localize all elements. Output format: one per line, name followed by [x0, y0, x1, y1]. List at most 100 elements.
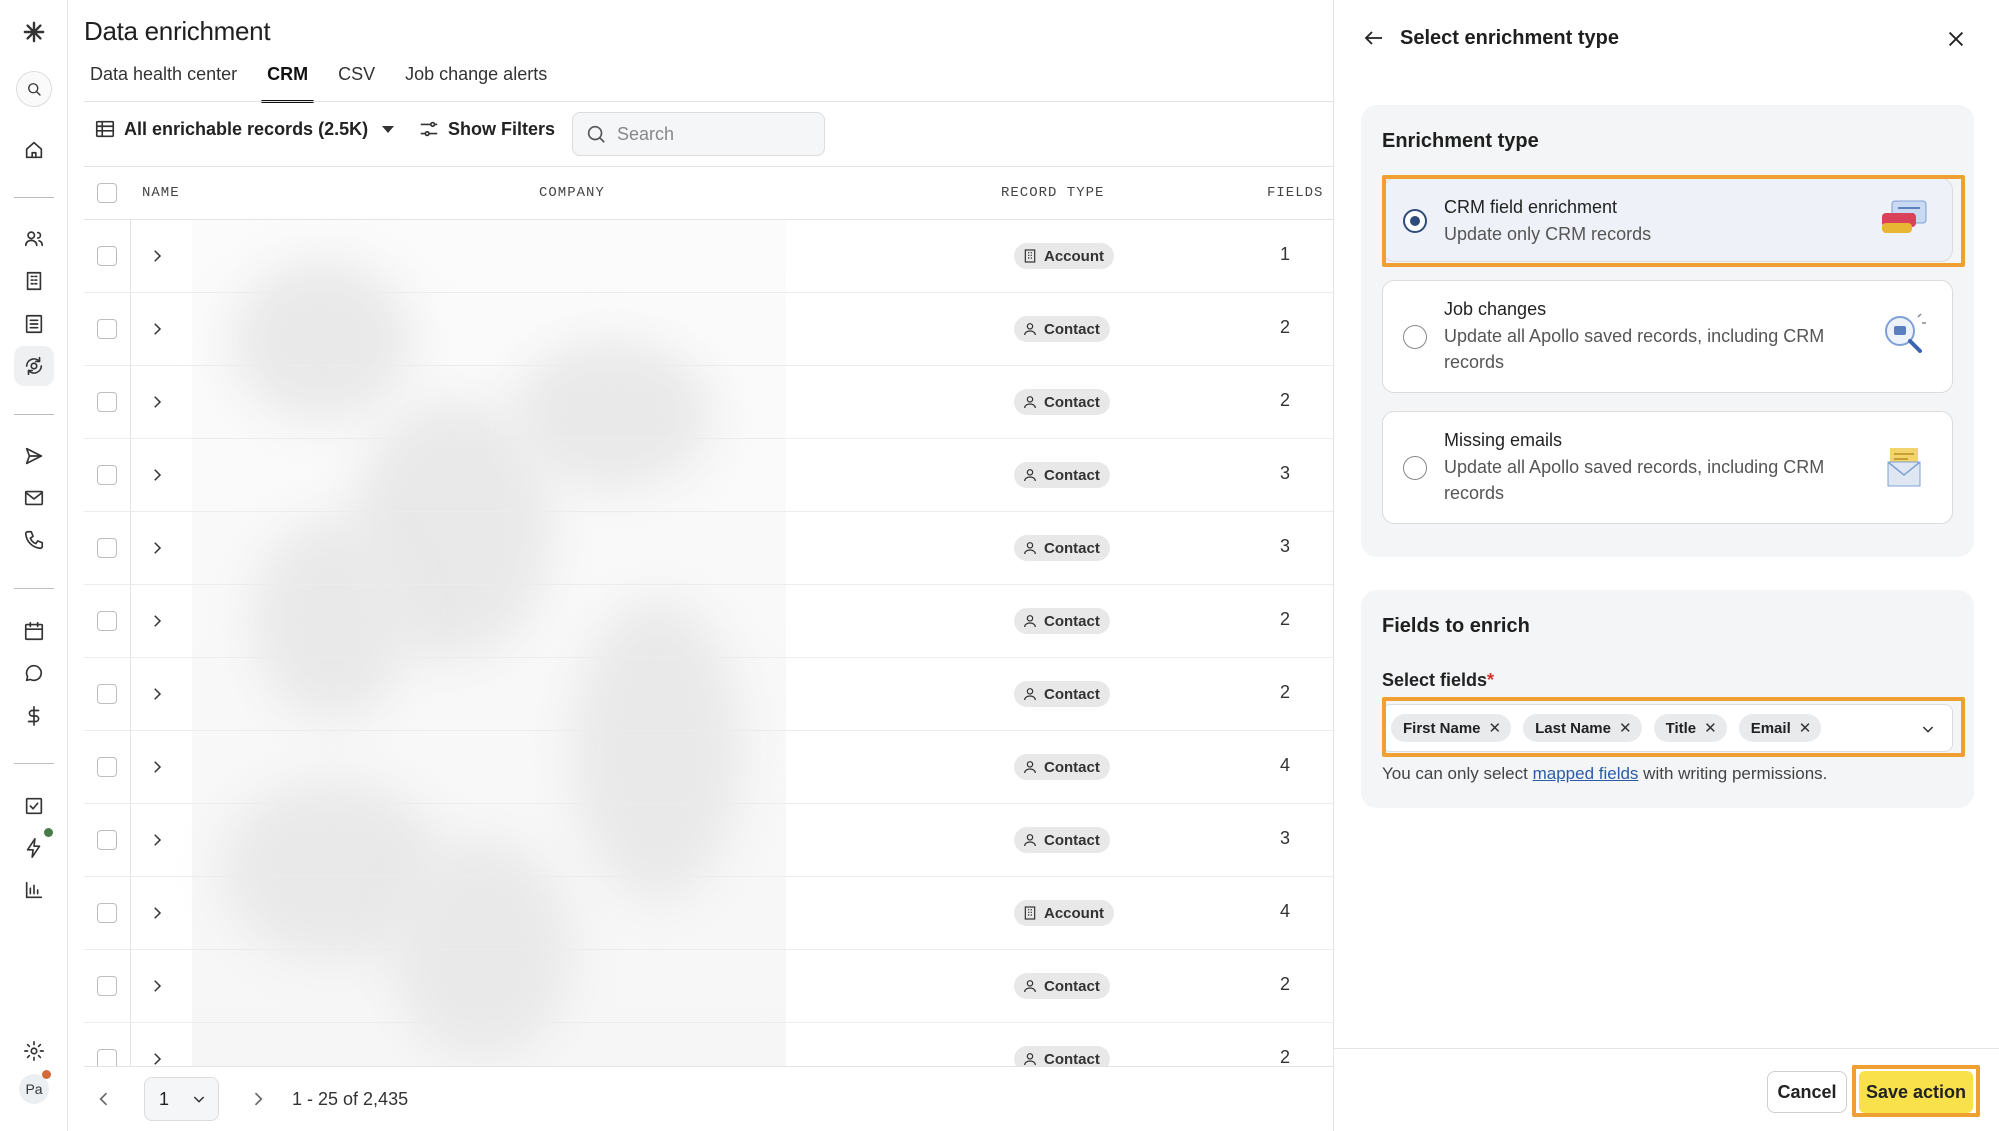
home-icon[interactable] [14, 130, 54, 170]
expand-row-chevron-icon[interactable] [148, 904, 166, 922]
expand-row-chevron-icon[interactable] [148, 247, 166, 265]
rail-divider [14, 197, 54, 198]
settings-gear-icon[interactable] [14, 1031, 54, 1071]
data-enrichment-icon[interactable] [14, 346, 54, 386]
expand-row-chevron-icon[interactable] [148, 977, 166, 995]
table-row[interactable]: Contact 2 [84, 950, 1333, 1023]
column-header-record-type[interactable]: RECORD TYPE [1001, 185, 1104, 201]
option-title: CRM field enrichment [1444, 197, 1618, 217]
tasks-icon[interactable] [14, 786, 54, 826]
table-grid-icon [95, 120, 115, 138]
analytics-icon[interactable] [14, 870, 54, 910]
table-row[interactable]: Contact 2 [84, 293, 1333, 366]
deals-dollar-icon[interactable] [14, 696, 54, 736]
person-icon [1022, 394, 1038, 410]
remove-chip-icon[interactable]: ✕ [1704, 719, 1717, 737]
page-number-select[interactable]: 1 [144, 1077, 219, 1121]
row-checkbox[interactable] [97, 611, 117, 631]
row-checkbox[interactable] [97, 319, 117, 339]
table-row[interactable]: Contact 2 [84, 585, 1333, 658]
calendar-icon[interactable] [14, 611, 54, 651]
next-page-icon[interactable] [248, 1089, 268, 1109]
conversations-icon[interactable] [14, 653, 54, 693]
row-checkbox[interactable] [97, 757, 117, 777]
expand-row-chevron-icon[interactable] [148, 758, 166, 776]
expand-row-chevron-icon[interactable] [148, 685, 166, 703]
apollo-logo-icon[interactable] [14, 12, 54, 52]
people-icon[interactable] [14, 219, 54, 259]
app-root: Pa Data enrichment Data health center CR… [0, 0, 1999, 1131]
field-chip-email: Email ✕ [1738, 714, 1822, 742]
save-action-button[interactable]: Save action [1859, 1071, 1973, 1113]
row-checkbox[interactable] [97, 1049, 117, 1066]
expand-row-chevron-icon[interactable] [148, 539, 166, 557]
table-row[interactable]: Contact 3 [84, 439, 1333, 512]
companies-icon[interactable] [14, 261, 54, 301]
prev-page-icon[interactable] [94, 1089, 114, 1109]
row-checkbox[interactable] [97, 684, 117, 704]
table-row[interactable]: Contact 3 [84, 804, 1333, 877]
chevron-down-icon[interactable] [1920, 721, 1936, 737]
table-search-input[interactable] [617, 123, 797, 145]
radio-job-changes[interactable] [1403, 325, 1427, 349]
option-title: Missing emails [1444, 430, 1563, 450]
expand-row-chevron-icon[interactable] [148, 612, 166, 630]
expand-row-chevron-icon[interactable] [148, 466, 166, 484]
chip-label: Last Name [1535, 719, 1611, 737]
chip-label: Email [1750, 719, 1791, 737]
email-icon[interactable] [14, 478, 54, 518]
radio-missing-emails[interactable] [1403, 456, 1427, 480]
expand-row-chevron-icon[interactable] [148, 831, 166, 849]
remove-chip-icon[interactable]: ✕ [1489, 719, 1502, 737]
view-selector-button[interactable]: All enrichable records (2.5K) [94, 118, 395, 140]
global-search-icon[interactable] [16, 71, 52, 107]
tab-crm[interactable]: CRM [261, 56, 315, 103]
close-icon[interactable] [1945, 28, 1967, 50]
row-checkbox[interactable] [97, 246, 117, 266]
select-all-checkbox[interactable] [97, 183, 117, 203]
table-row[interactable]: Contact 2 [84, 366, 1333, 439]
row-checkbox[interactable] [97, 392, 117, 412]
record-type-label: Contact [1044, 977, 1100, 995]
person-icon [1022, 832, 1038, 848]
row-checkbox[interactable] [97, 976, 117, 996]
option-missing-emails[interactable]: Missing emails Update all Apollo saved r… [1382, 411, 1953, 524]
lists-icon[interactable] [14, 304, 54, 344]
person-icon [1022, 321, 1038, 337]
expand-row-chevron-icon[interactable] [148, 393, 166, 411]
sequences-send-icon[interactable] [14, 436, 54, 476]
tab-job-change-alerts[interactable]: Job change alerts [399, 56, 553, 101]
row-checkbox[interactable] [97, 903, 117, 923]
select-fields-multiselect[interactable]: First Name ✕ Last Name ✕ Title ✕ Email ✕ [1382, 704, 1953, 752]
cancel-button[interactable]: Cancel [1767, 1071, 1847, 1113]
table-row[interactable]: Account 1 [84, 220, 1333, 293]
column-header-name[interactable]: NAME [142, 185, 180, 201]
option-crm-field-enrichment[interactable]: CRM field enrichment Update only CRM rec… [1382, 178, 1953, 262]
row-checkbox[interactable] [97, 465, 117, 485]
tab-data-health-center[interactable]: Data health center [84, 56, 243, 101]
expand-row-chevron-icon[interactable] [148, 320, 166, 338]
table-row[interactable]: Contact 2 [84, 1023, 1333, 1066]
table-row[interactable]: Contact 3 [84, 512, 1333, 585]
remove-chip-icon[interactable]: ✕ [1619, 719, 1632, 737]
row-checkbox[interactable] [97, 538, 117, 558]
back-arrow-icon[interactable] [1362, 26, 1386, 50]
record-type-badge: Contact [1014, 1046, 1110, 1066]
table-row[interactable]: Contact 4 [84, 731, 1333, 804]
field-chip-last-name: Last Name ✕ [1523, 714, 1642, 742]
option-job-changes[interactable]: Job changes Update all Apollo saved reco… [1382, 280, 1953, 393]
tab-csv[interactable]: CSV [332, 56, 381, 101]
expand-row-chevron-icon[interactable] [148, 1050, 166, 1066]
table-row[interactable]: Contact 2 [84, 658, 1333, 731]
mapped-fields-link[interactable]: mapped fields [1533, 764, 1639, 783]
row-checkbox[interactable] [97, 830, 117, 850]
remove-chip-icon[interactable]: ✕ [1799, 719, 1812, 737]
phone-icon[interactable] [14, 520, 54, 560]
table-row[interactable]: Account 4 [84, 877, 1333, 950]
fields-count: 4 [1280, 901, 1291, 921]
radio-crm-field-enrichment[interactable] [1403, 209, 1427, 233]
show-filters-button[interactable]: Show Filters [418, 118, 555, 140]
tab-bar: Data health center CRM CSV Job change al… [84, 56, 571, 103]
column-header-fields[interactable]: FIELDS [1267, 185, 1323, 201]
column-header-company[interactable]: COMPANY [539, 185, 605, 201]
